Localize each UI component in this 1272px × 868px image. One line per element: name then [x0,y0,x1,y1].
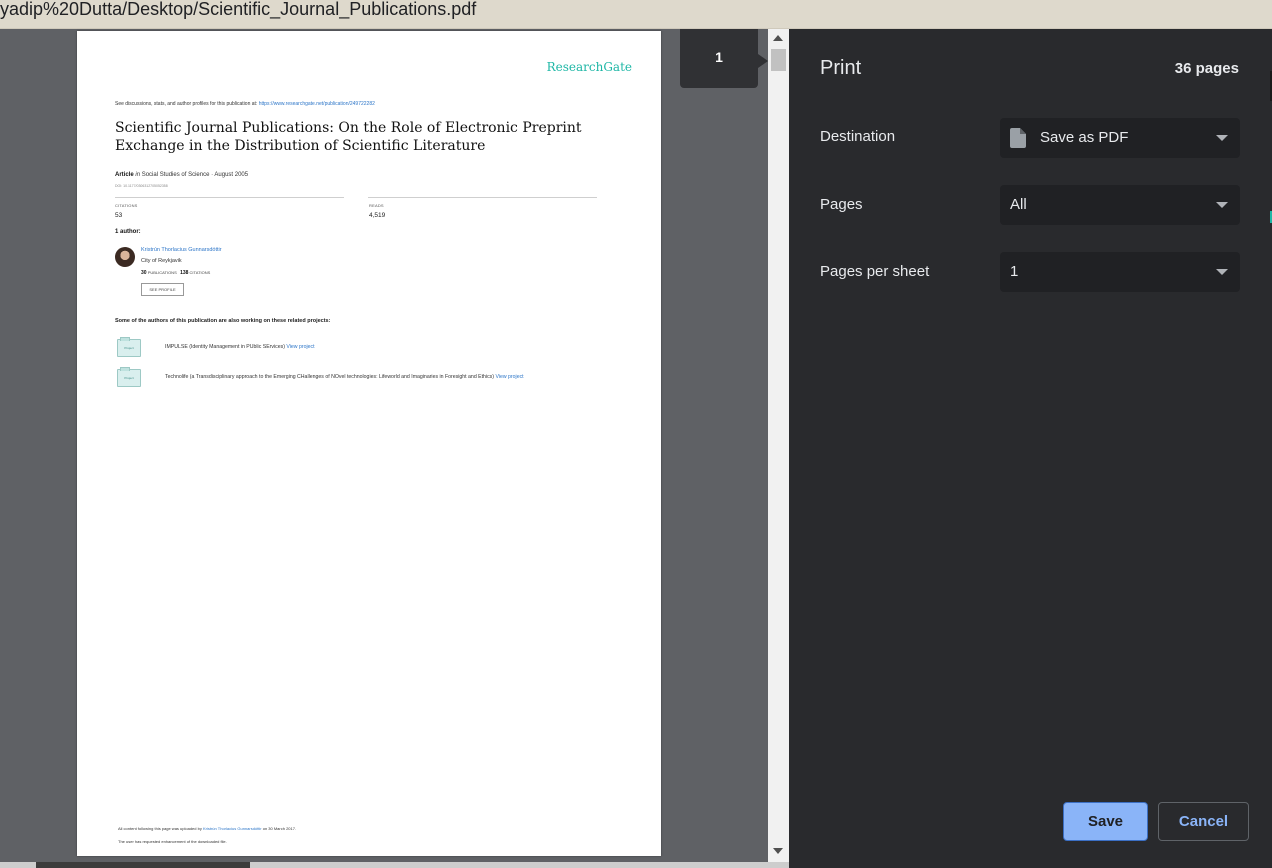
citations-label: CITATIONS [115,203,138,208]
project-folder-icon: Project [117,367,141,387]
author-pubs-count: 30 [141,270,147,276]
article-meta: Article in Social Studies of Science · A… [115,172,248,178]
url-text: yadip%20Dutta/Desktop/Scientific_Journal… [0,0,477,19]
reads-value: 4,519 [369,212,386,219]
author-pubs-label: PUBLICATIONS [147,270,177,275]
pages-value: All [1010,196,1027,213]
publication-link[interactable]: https://www.researchgate.net/publication… [259,101,375,107]
footer-prefix: All content following this page was uplo… [118,826,202,831]
pages-per-sheet-label: Pages per sheet [820,263,930,280]
project-folder-icon: Project [117,337,141,357]
print-title: Print [820,57,862,79]
destination-select[interactable]: Save as PDF [1000,118,1240,158]
file-icon [1010,128,1026,148]
see-profile-button[interactable]: SEE PROFILE [141,283,184,296]
pages-label: Pages [820,196,863,213]
author-institution: City of Reykjavik [141,258,182,264]
page-count: 36 pages [1174,60,1239,77]
project-text: Technolife (a Transdisciplinary approach… [165,374,494,380]
destination-value: Save as PDF [1040,129,1129,146]
pages-select[interactable]: All [1000,185,1240,225]
author-cit-label: CITATIONS [189,270,211,275]
author-stats: 30 PUBLICATIONS 138 CITATIONS [141,270,210,276]
horizontal-scrollbar-thumb[interactable] [36,862,250,868]
pages-per-sheet-value: 1 [1010,263,1019,280]
chevron-down-icon [1216,269,1228,275]
preview-page: ResearchGate See discussions, stats, and… [77,31,661,856]
project-text: IMPULSE (Identity Management in PUblic S… [165,344,285,350]
article-label: Article [115,172,134,178]
scrollbar-thumb[interactable] [771,49,786,71]
see-discussions-line: See discussions, stats, and author profi… [115,101,375,107]
project-item: Technolife (a Transdisciplinary approach… [165,374,524,380]
pages-per-sheet-select[interactable]: 1 [1000,252,1240,292]
doi: DOI: 10.1177/0306312705052358 [115,184,168,188]
destination-label: Destination [820,128,896,145]
project-item: IMPULSE (Identity Management in PUblic S… [165,344,315,350]
horizontal-scrollbar[interactable] [0,862,789,868]
author-avatar [115,247,135,267]
cancel-button[interactable]: Cancel [1158,802,1249,841]
chevron-down-icon [1216,202,1228,208]
save-button[interactable]: Save [1063,802,1148,841]
journal-name: Social Studies of Science · August 2005 [141,172,249,178]
footer-author-link[interactable]: Kristrún Thorlacius Gunnarsdóttir [203,826,262,831]
document-title: Scientific Journal Publications: On the … [115,120,582,154]
chevron-down-icon [1216,135,1228,141]
address-bar[interactable]: yadip%20Dutta/Desktop/Scientific_Journal… [0,0,1272,29]
scroll-up-arrow-icon[interactable] [773,35,783,41]
print-settings-panel: Print 36 pages Destination Save as PDF P… [789,29,1272,868]
in-label: in [135,172,141,178]
view-project-link[interactable]: View project [495,374,523,380]
see-text: See discussions, stats, and author profi… [115,101,258,107]
page-number: 1 [715,49,723,65]
author-cit-count: 138 [180,270,189,276]
footer-uploaded-line: All content following this page was uplo… [118,826,296,831]
authors-heading: 1 author: [115,229,141,235]
divider [368,197,597,198]
divider [115,197,344,198]
author-name[interactable]: Kristrún Thorlacius Gunnarsdóttir [141,247,222,253]
scroll-down-arrow-icon[interactable] [773,848,783,854]
citations-value: 53 [115,212,123,219]
page-number-badge: 1 [680,29,768,88]
related-projects-heading: Some of the authors of this publication … [115,318,331,324]
researchgate-logo: ResearchGate [546,60,632,74]
preview-scrollbar[interactable] [768,29,789,862]
footer-note: The user has requested enhancement of th… [118,839,227,844]
reads-label: READS [369,203,384,208]
footer-suffix: on 30 March 2017. [262,826,297,831]
view-project-link[interactable]: View project [286,344,314,350]
